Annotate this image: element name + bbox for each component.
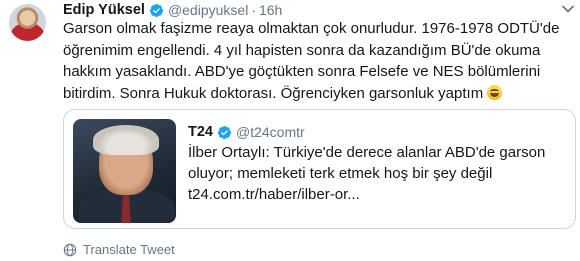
tweet-text-content: Garson olmak faşizme reaya olmaktan çok …: [63, 20, 560, 102]
avatar[interactable]: [9, 4, 46, 41]
tweet-timestamp[interactable]: 16h: [259, 2, 282, 18]
grinning-face-emoji: [487, 84, 503, 100]
chevron-down-icon[interactable]: [562, 5, 574, 13]
verified-badge-icon: [217, 125, 232, 139]
translate-tweet-label: Translate Tweet: [83, 242, 175, 257]
tweet: Edip Yüksel @edipyuksel · 16h Garson olm…: [0, 0, 580, 261]
quoted-tweet-header: T24 @t24comtr: [188, 124, 305, 140]
quoted-tweet-card[interactable]: T24 @t24comtr İlber Ortaylı: Türkiye'de …: [63, 109, 576, 229]
quoted-tweet-image: [73, 119, 176, 223]
tweet-text: Garson olmak faşizme reaya olmaktan çok …: [63, 18, 573, 104]
quoted-text-line-1: İlber Ortaylı: Türkiye'de derece alanlar…: [188, 144, 546, 161]
quoted-author-name[interactable]: T24: [188, 124, 213, 140]
translate-tweet-button[interactable]: Translate Tweet: [63, 242, 175, 257]
quoted-author-handle[interactable]: @t24comtr: [236, 124, 305, 140]
verified-badge-icon: [149, 3, 163, 17]
separator-dot: ·: [251, 2, 256, 18]
quoted-tweet-text: İlber Ortaylı: Türkiye'de derece alanlar…: [188, 142, 568, 205]
author-name[interactable]: Edip Yüksel: [63, 2, 145, 18]
quoted-link[interactable]: t24.com.tr/haber/ilber-or...: [188, 184, 568, 205]
quoted-text-line-2: oluyor; memleketi terk etmek hoş bir şey…: [188, 165, 493, 182]
tweet-header: Edip Yüksel @edipyuksel · 16h: [63, 1, 282, 19]
author-handle[interactable]: @edipyuksel: [168, 2, 248, 18]
globe-icon: [63, 243, 77, 256]
